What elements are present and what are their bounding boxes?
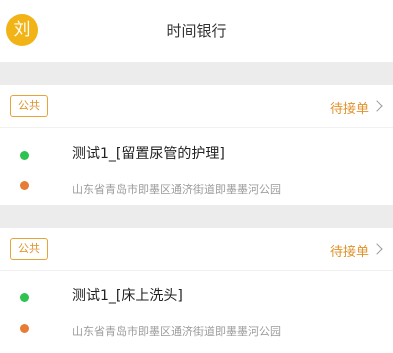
service-dot-icon bbox=[20, 293, 29, 302]
chevron-right-icon[interactable] bbox=[371, 100, 383, 112]
chevron-right-icon[interactable] bbox=[371, 243, 383, 255]
divider bbox=[0, 127, 393, 128]
order-card[interactable]: 公共 待接单 测试1_[留置尿管的护理] 山东省青岛市即墨区通济街道即墨墨河公园 bbox=[0, 85, 393, 205]
page: 刘 时间银行 公共 待接单 测试1_[留置尿管的护理] 山东省青岛市即墨区通济街… bbox=[0, 0, 393, 353]
order-status[interactable]: 待接单 bbox=[330, 98, 369, 117]
service-dot-icon bbox=[20, 151, 29, 160]
order-tag: 公共 bbox=[10, 95, 48, 117]
order-address: 山东省青岛市即墨区通济街道即墨墨河公园 bbox=[72, 183, 281, 196]
order-status[interactable]: 待接单 bbox=[330, 241, 369, 260]
order-address: 山东省青岛市即墨区通济街道即墨墨河公园 bbox=[72, 325, 281, 338]
order-tag: 公共 bbox=[10, 238, 48, 260]
location-dot-icon bbox=[20, 324, 29, 333]
header: 刘 时间银行 bbox=[0, 0, 393, 62]
order-title[interactable]: 测试1_[床上洗头] bbox=[72, 285, 183, 305]
divider bbox=[0, 270, 393, 271]
order-title[interactable]: 测试1_[留置尿管的护理] bbox=[72, 143, 225, 163]
order-card[interactable]: 公共 待接单 测试1_[床上洗头] 山东省青岛市即墨区通济街道即墨墨河公园 bbox=[0, 228, 393, 353]
location-dot-icon bbox=[20, 181, 29, 190]
page-title: 时间银行 bbox=[166, 22, 227, 40]
